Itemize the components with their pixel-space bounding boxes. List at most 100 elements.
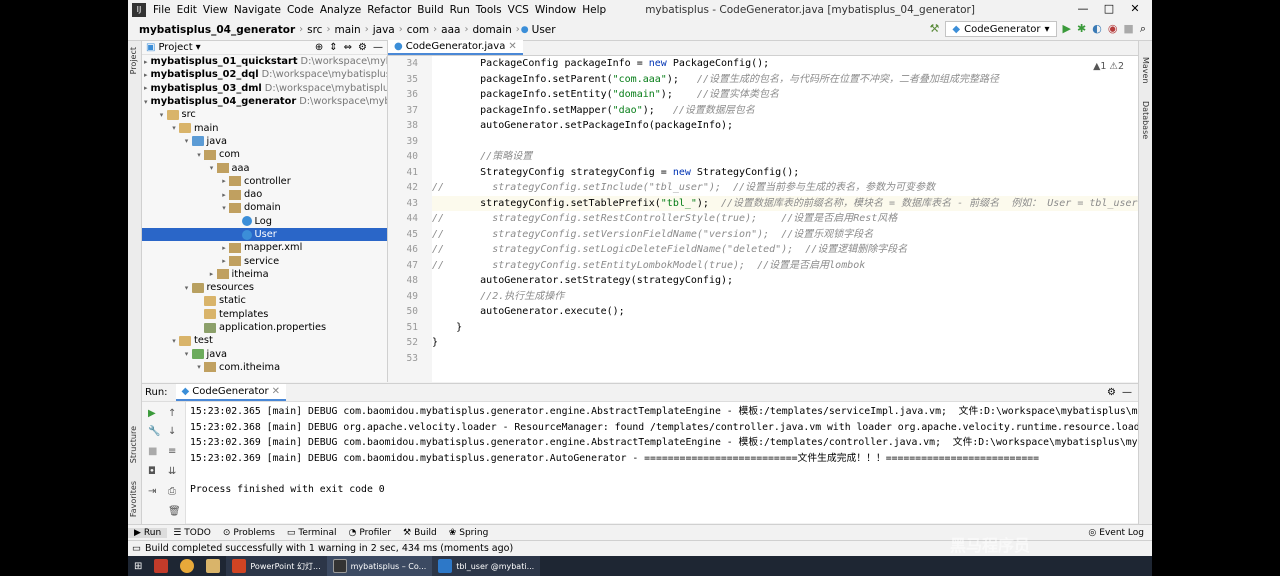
maven-tool-window-tab[interactable]: Maven: [1141, 57, 1150, 84]
breadcrumb-item[interactable]: User: [529, 24, 559, 36]
menu-vcs[interactable]: VCS: [505, 4, 532, 16]
chevron-right-icon[interactable]: ▸: [219, 257, 229, 265]
code-line[interactable]: PackageConfig packageInfo = new PackageC…: [432, 56, 1138, 72]
code-line[interactable]: // strategyConfig.setEntityLombokModel(t…: [432, 258, 1138, 274]
code-line[interactable]: // strategyConfig.setInclude("tbl_user")…: [432, 180, 1138, 196]
tree-item[interactable]: ▾ resources: [142, 281, 387, 294]
print-icon[interactable]: ⎙: [168, 486, 176, 497]
chevron-right-icon[interactable]: ▸: [219, 177, 229, 185]
taskbar-powerpoint[interactable]: PowerPoint 幻灯...: [226, 556, 327, 576]
breadcrumb-item[interactable]: mybatisplus_04_generator: [136, 24, 298, 36]
menu-view[interactable]: View: [200, 4, 231, 16]
tree-item[interactable]: Log: [142, 215, 387, 228]
code-line[interactable]: }: [432, 335, 1138, 351]
tool-tab-terminal[interactable]: ▭ Terminal: [281, 528, 343, 538]
code-line[interactable]: packageInfo.setParent("com.aaa"); //设置生成…: [432, 72, 1138, 88]
project-tool-window-tab[interactable]: Project: [129, 47, 138, 74]
tree-item[interactable]: ▸ mybatisplus_03_dml D:\workspace\mybatisp…: [142, 82, 387, 95]
tree-item[interactable]: ▾ domain: [142, 201, 387, 214]
profile-icon[interactable]: ◉: [1108, 22, 1118, 36]
taskbar-database[interactable]: tbl_user @mybati...: [432, 556, 541, 576]
menu-help[interactable]: Help: [579, 4, 609, 16]
tree-item[interactable]: ▾ test: [142, 334, 387, 347]
chevron-down-icon[interactable]: ▾: [157, 111, 167, 119]
hide-icon[interactable]: —: [373, 42, 383, 53]
wrench-icon[interactable]: 🔧: [148, 426, 160, 437]
tree-item[interactable]: ▾ src: [142, 108, 387, 121]
tree-item[interactable]: ▸ mapper.xml: [142, 241, 387, 254]
chevron-down-icon[interactable]: ▾: [169, 124, 179, 132]
tree-item[interactable]: static: [142, 294, 387, 307]
tree-item[interactable]: ▸ itheima: [142, 268, 387, 281]
chevron-right-icon[interactable]: ▸: [219, 244, 229, 252]
chevron-down-icon[interactable]: ▾: [194, 363, 204, 371]
tree-item[interactable]: ▾ aaa: [142, 161, 387, 174]
menu-refactor[interactable]: Refactor: [364, 4, 414, 16]
chevron-down-icon[interactable]: ▾: [207, 164, 217, 172]
tree-item[interactable]: ▸ controller: [142, 175, 387, 188]
editor-tab-codegenerator[interactable]: ● CodeGenerator.java ✕: [388, 40, 523, 55]
chevron-down-icon[interactable]: ▾: [169, 337, 179, 345]
breadcrumb-item[interactable]: aaa: [438, 24, 463, 36]
soft-wrap-icon[interactable]: ≡: [168, 446, 176, 457]
app-icon-red[interactable]: [148, 556, 174, 576]
event-log-tab[interactable]: ◎ Event Log: [1088, 528, 1144, 538]
locate-icon[interactable]: ⊕: [315, 42, 323, 53]
start-icon[interactable]: ⊞: [128, 556, 148, 576]
delete-icon[interactable]: 🗑: [168, 506, 181, 517]
chevron-down-icon[interactable]: ▾: [182, 350, 192, 358]
code-line[interactable]: StrategyConfig strategyConfig = new Stra…: [432, 165, 1138, 181]
menu-run[interactable]: Run: [447, 4, 473, 16]
chevron-down-icon[interactable]: ▾: [182, 137, 192, 145]
chevron-down-icon[interactable]: ▾: [182, 284, 192, 292]
database-tool-window-tab[interactable]: Database: [1141, 101, 1150, 139]
favorites-tool-window-tab[interactable]: Favorites: [129, 481, 138, 517]
tool-tab-profiler[interactable]: ◔ Profiler: [342, 528, 397, 538]
breadcrumb-item[interactable]: src: [304, 24, 325, 36]
menu-file[interactable]: File: [150, 4, 174, 16]
chevron-right-icon[interactable]: ▸: [144, 58, 148, 66]
maximize-icon[interactable]: □: [1096, 0, 1122, 18]
collapse-all-icon[interactable]: ⇕: [329, 42, 337, 53]
tool-tab-problems[interactable]: ⊙ Problems: [217, 528, 281, 538]
stop-icon[interactable]: ■: [148, 446, 157, 457]
breadcrumb-item[interactable]: domain: [469, 24, 514, 36]
scroll-to-end-icon[interactable]: ⇊: [168, 466, 176, 477]
chevron-right-icon[interactable]: ▸: [144, 71, 148, 79]
minimize-icon[interactable]: —: [1070, 0, 1096, 18]
chevron-down-icon[interactable]: ▾: [196, 42, 201, 53]
menu-tools[interactable]: Tools: [473, 4, 505, 16]
code-line[interactable]: // strategyConfig.setLogicDeleteFieldNam…: [432, 242, 1138, 258]
run-configuration-select[interactable]: ◆ CodeGenerator ▾: [945, 21, 1057, 37]
tree-item[interactable]: ▾ com: [142, 148, 387, 161]
menu-code[interactable]: Code: [284, 4, 317, 16]
code-line[interactable]: //2.执行生成操作: [432, 289, 1138, 305]
tree-item[interactable]: ▾ java: [142, 135, 387, 148]
tree-item[interactable]: ▾ mybatisplus_04_generator D:\workspace\my…: [142, 95, 387, 108]
code-line[interactable]: autoGenerator.execute();: [432, 304, 1138, 320]
stop-icon[interactable]: ■: [1123, 22, 1133, 36]
breadcrumb-item[interactable]: main: [331, 24, 363, 36]
tree-item[interactable]: ▸ mybatisplus_01_quickstart D:\workspace\m…: [142, 55, 387, 68]
menu-build[interactable]: Build: [414, 4, 446, 16]
coverage-icon[interactable]: ◐: [1092, 22, 1102, 36]
breadcrumb-item[interactable]: com: [404, 24, 432, 36]
search-icon[interactable]: ⌕: [1140, 22, 1146, 36]
rerun-icon[interactable]: ▶: [148, 408, 156, 419]
tool-tab-build[interactable]: ⚒ Build: [397, 528, 443, 538]
code-line[interactable]: autoGenerator.setPackageInfo(packageInfo…: [432, 118, 1138, 134]
scroll-down-icon[interactable]: ↓: [168, 426, 176, 437]
tree-item[interactable]: ▸ dao: [142, 188, 387, 201]
chevron-right-icon[interactable]: ▸: [207, 270, 217, 278]
run-tab-codegenerator[interactable]: ◆ CodeGenerator ✕: [175, 384, 287, 401]
close-icon[interactable]: ✕: [1122, 0, 1148, 18]
debug-icon[interactable]: ✱: [1077, 22, 1086, 36]
tree-item[interactable]: ▸ service: [142, 254, 387, 267]
code-line[interactable]: autoGenerator.setStrategy(strategyConfig…: [432, 273, 1138, 289]
folder-icon[interactable]: [200, 556, 226, 576]
tree-item[interactable]: ▾ java: [142, 348, 387, 361]
hide-icon[interactable]: —: [1122, 387, 1132, 398]
camera-icon[interactable]: ◘: [148, 466, 156, 477]
code-line[interactable]: }: [432, 320, 1138, 336]
code-line[interactable]: [432, 134, 1138, 150]
